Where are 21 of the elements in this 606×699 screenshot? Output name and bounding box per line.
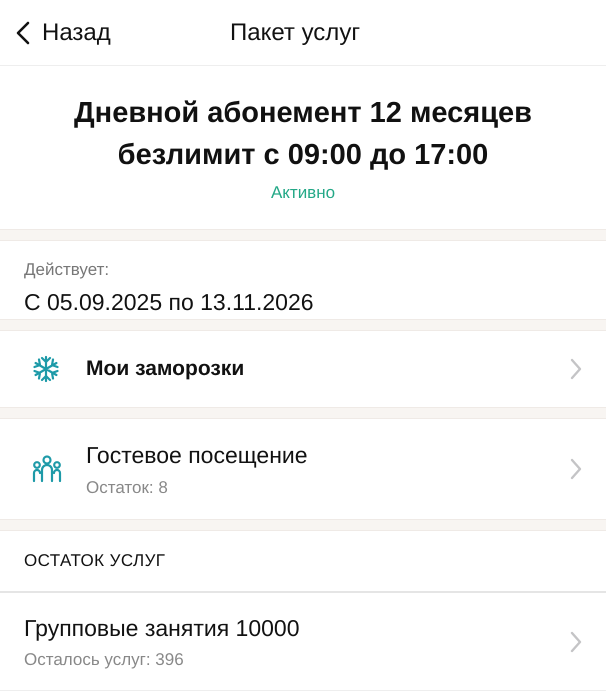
- snowflake-icon: [32, 355, 60, 383]
- people-icon: [32, 455, 62, 483]
- plan-title: Дневной абонемент 12 месяцев безлимит с 09:00 до 17:00: [73, 96, 533, 173]
- service-item[interactable]: Групповые занятия 10000 Осталось услуг: 396: [0, 593, 606, 691]
- menu-item[interactable]: Мои заморозки: [0, 331, 606, 407]
- menu-item-subtitle: Остаток: 8: [86, 476, 169, 498]
- validity-dates: С 05.09.2025 по 13.11.2026: [24, 288, 315, 316]
- service-title: Групповые занятия 10000: [24, 614, 301, 643]
- back-chevron-icon: [16, 20, 30, 44]
- back-button[interactable]: Назад: [0, 14, 111, 50]
- service-remaining: Осталось услуг: 396: [24, 649, 185, 671]
- chevron-right-icon: [570, 458, 582, 480]
- menu-item-title: Гостевое посещение: [86, 441, 309, 470]
- plan-status: Активно: [270, 182, 336, 204]
- validity-label: Действует:: [24, 259, 110, 281]
- chevron-right-icon: [570, 630, 582, 652]
- page-title: Пакет услуг: [230, 18, 360, 48]
- menu-item[interactable]: Гостевое посещение Остаток: 8: [0, 419, 606, 519]
- chevron-right-icon: [570, 358, 582, 380]
- menu-item-title: Мои заморозки: [86, 356, 246, 382]
- section-header: ОСТАТОК УСЛУГ: [24, 550, 166, 572]
